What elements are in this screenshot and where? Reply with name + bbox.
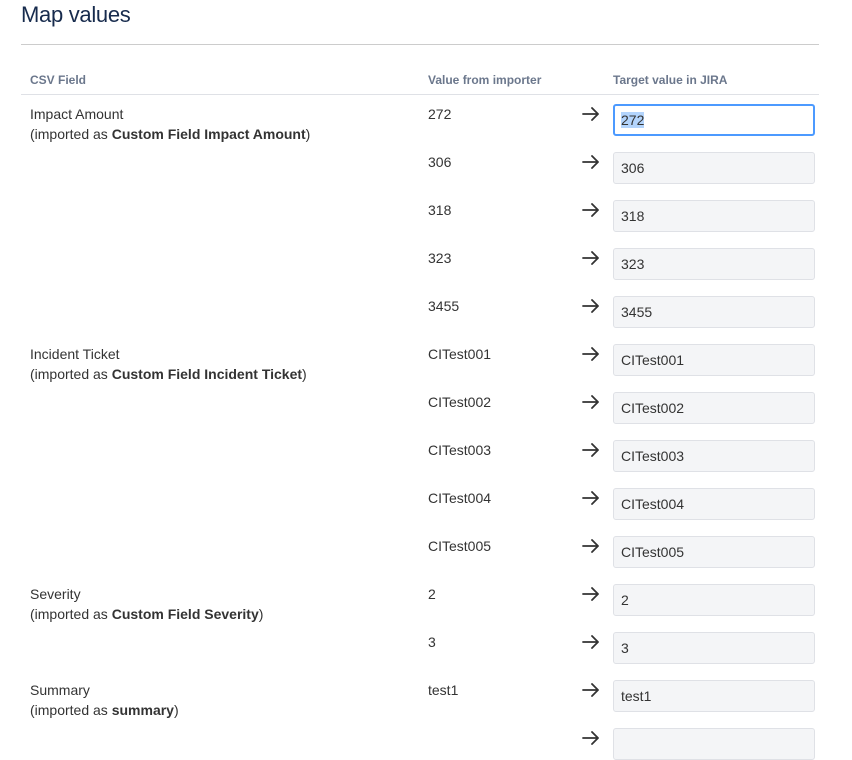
target-value-input[interactable] [613, 248, 815, 280]
column-header-csv-field: CSV Field [30, 73, 87, 87]
importer-value: 3455 [428, 298, 460, 314]
arrow-right-icon [582, 731, 600, 745]
field-name: Incident Ticket [30, 346, 120, 362]
importer-value: 272 [428, 106, 452, 122]
arrow-right-icon [582, 443, 600, 457]
arrow-right-icon [582, 491, 600, 505]
column-header-value-from-importer: Value from importer [428, 73, 542, 87]
target-value-input[interactable] [613, 584, 815, 616]
field-imported-as: (imported as summary) [30, 702, 179, 718]
importer-value: 306 [428, 154, 452, 170]
target-value-input[interactable] [613, 488, 815, 520]
target-value-input[interactable] [613, 104, 815, 136]
field-name: Impact Amount [30, 106, 124, 122]
importer-value: 3 [428, 634, 436, 650]
arrow-right-icon [582, 395, 600, 409]
importer-value: 318 [428, 202, 452, 218]
importer-value: test1 [428, 682, 459, 698]
field-name: Summary [30, 682, 90, 698]
column-header-target-value: Target value in JIRA [613, 73, 728, 87]
arrow-right-icon [582, 347, 600, 361]
target-value-input[interactable] [613, 152, 815, 184]
field-name: Severity [30, 586, 81, 602]
field-imported-as: (imported as Custom Field Incident Ticke… [30, 366, 307, 382]
target-value-input[interactable] [613, 344, 815, 376]
title-divider [21, 44, 819, 45]
importer-value: CITest001 [428, 346, 492, 362]
arrow-right-icon [582, 299, 600, 313]
arrow-right-icon [582, 251, 600, 265]
arrow-right-icon [582, 683, 600, 697]
page-title: Map values [21, 2, 131, 27]
importer-value: CITest003 [428, 442, 492, 458]
importer-value: 2 [428, 586, 436, 602]
arrow-right-icon [582, 635, 600, 649]
target-value-input[interactable] [613, 200, 815, 232]
arrow-right-icon [582, 539, 600, 553]
target-value-input[interactable] [613, 296, 815, 328]
target-value-input[interactable] [613, 536, 815, 568]
header-divider [21, 94, 819, 95]
field-impact-amount: Impact Amount (imported as Custom Field … [30, 104, 310, 144]
importer-value: CITest005 [428, 538, 492, 554]
importer-value: CITest002 [428, 394, 492, 410]
target-value-input[interactable] [613, 680, 815, 712]
field-imported-as: (imported as Custom Field Severity) [30, 606, 264, 622]
arrow-right-icon [582, 587, 600, 601]
field-severity: Severity (imported as Custom Field Sever… [30, 584, 263, 624]
target-value-input[interactable] [613, 392, 815, 424]
arrow-right-icon [582, 203, 600, 217]
target-value-input[interactable] [613, 440, 815, 472]
field-summary: Summary (imported as summary) [30, 680, 179, 720]
field-incident-ticket: Incident Ticket (imported as Custom Fiel… [30, 344, 307, 384]
importer-value: 323 [428, 250, 452, 266]
arrow-right-icon [582, 155, 600, 169]
importer-value: CITest004 [428, 490, 492, 506]
arrow-right-icon [582, 107, 600, 121]
field-imported-as: (imported as Custom Field Impact Amount) [30, 126, 311, 142]
target-value-input[interactable] [613, 632, 815, 664]
